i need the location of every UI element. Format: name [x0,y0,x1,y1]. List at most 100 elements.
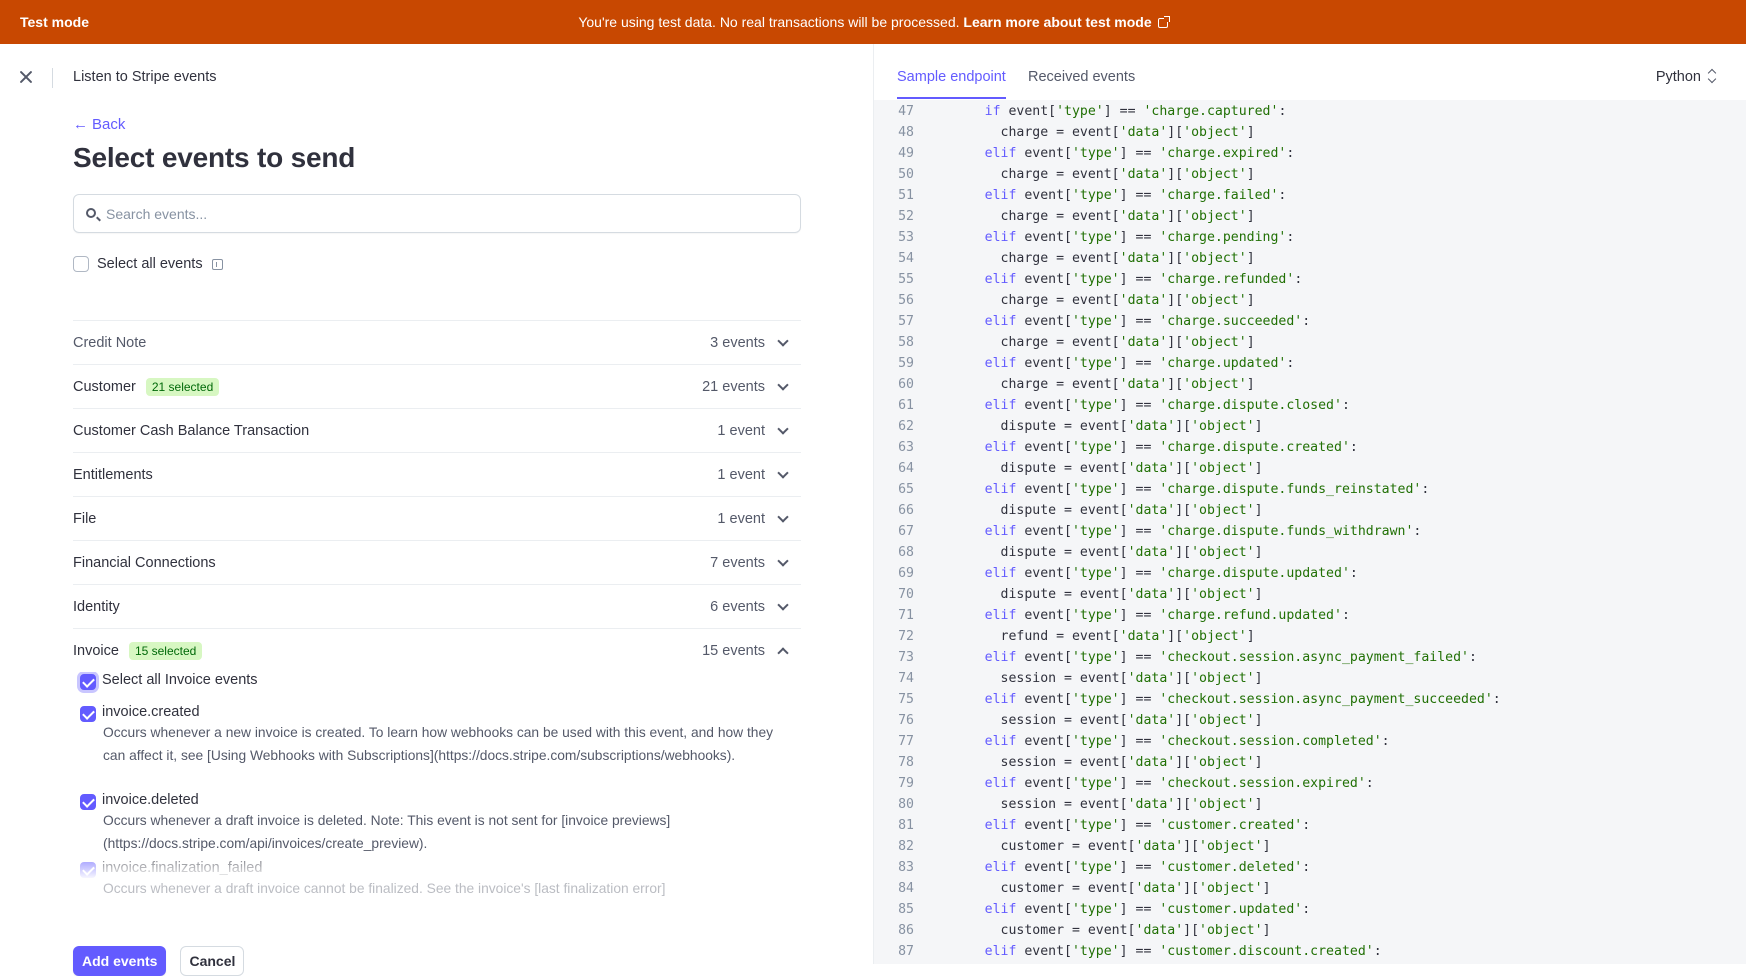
code-text: dispute = event['data']['object'] [937,503,1263,518]
chevron-down-icon [777,599,789,611]
line-number: 57 [898,314,914,329]
select-all-invoice-checkbox[interactable] [80,674,96,690]
code-line: 80 session = event['data']['object'] [874,794,1746,815]
line-number: 86 [898,923,914,938]
line-number: 50 [898,167,914,182]
group-financial-connections[interactable]: Financial Connections 7 events [73,540,801,584]
search-input[interactable] [106,195,786,232]
line-number: 71 [898,608,914,623]
code-line: 73 elif event['type'] == 'checkout.sessi… [874,647,1746,668]
line-number: 69 [898,566,914,581]
group-invoice[interactable]: Invoice 15 selected 15 events [73,628,801,672]
line-number: 75 [898,692,914,707]
code-text: refund = event['data']['object'] [937,629,1255,644]
line-number: 48 [898,125,914,140]
code-text: dispute = event['data']['object'] [937,587,1263,602]
line-number: 70 [898,587,914,602]
code-line: 86 customer = event['data']['object'] [874,920,1746,941]
select-all-events[interactable]: Select all events [73,256,223,272]
event-checkbox[interactable] [80,794,96,810]
cancel-button[interactable]: Cancel [180,946,245,976]
event-checkbox[interactable] [80,862,96,878]
group-customer-cash-balance-transaction[interactable]: Customer Cash Balance Transaction 1 even… [73,408,801,452]
chevron-down-icon [777,511,789,523]
event-description: Occurs whenever a draft invoice cannot b… [103,881,666,896]
code-line: 82 customer = event['data']['object'] [874,836,1746,857]
line-number: 81 [898,818,914,833]
group-identity[interactable]: Identity 6 events [73,584,801,628]
group-name: Customer [73,378,136,395]
code-text: charge = event['data']['object'] [937,251,1255,266]
select-all-invoice-events[interactable]: Select all Invoice events [80,672,258,690]
group-file[interactable]: File 1 event [73,496,801,540]
panel-title: Listen to Stripe events [73,69,217,85]
group-customer[interactable]: Customer 21 selected 21 events [73,364,801,408]
code-line: 77 elif event['type'] == 'checkout.sessi… [874,731,1746,752]
close-icon[interactable] [18,69,34,85]
event-invoice-deleted[interactable]: invoice.deleted [80,792,199,810]
code-text: customer = event['data']['object'] [937,881,1271,896]
event-name: invoice.finalization_failed [102,860,263,876]
code-line: 74 session = event['data']['object'] [874,668,1746,689]
event-checkbox[interactable] [80,706,96,722]
line-number: 73 [898,650,914,665]
back-link[interactable]: ← Back [73,116,125,133]
line-number: 79 [898,776,914,791]
add-events-button[interactable]: Add events [73,946,167,976]
code-text: elif event['type'] == 'charge.dispute.cr… [984,440,1358,455]
code-line: 79 elif event['type'] == 'checkout.sessi… [874,773,1746,794]
info-icon[interactable] [211,258,223,270]
event-description: Occurs whenever a new invoice is created… [103,725,774,763]
code-text: elif event['type'] == 'checkout.session.… [984,692,1501,707]
code-text: elif event['type'] == 'checkout.session.… [984,776,1374,791]
line-number: 54 [898,251,914,266]
code-line: 81 elif event['type'] == 'customer.creat… [874,815,1746,836]
code-text: charge = event['data']['object'] [937,293,1255,308]
code-text: session = event['data']['object'] [937,755,1263,770]
event-invoice-created[interactable]: invoice.created [80,704,200,722]
test-mode-banner: Test mode You're using test data. No rea… [0,0,1746,44]
code-text: charge = event['data']['object'] [937,167,1255,182]
line-number: 82 [898,839,914,854]
code-text: session = event['data']['object'] [937,797,1263,812]
code-line: 83 elif event['type'] == 'customer.delet… [874,857,1746,878]
code-line: 75 elif event['type'] == 'checkout.sessi… [874,689,1746,710]
code-text: elif event['type'] == 'charge.updated': [984,356,1295,371]
tab-received-events[interactable]: Received events [1028,69,1135,97]
selected-badge: 21 selected [145,377,220,396]
event-invoice-finalization-failed[interactable]: invoice.finalization_failed [80,860,262,878]
select-all-invoice-label: Select all Invoice events [102,672,258,688]
group-name: Invoice [73,642,119,659]
group-credit-note[interactable]: Credit Note 3 events [73,320,801,364]
line-number: 85 [898,902,914,917]
code-line: 59 elif event['type'] == 'charge.updated… [874,353,1746,374]
line-number: 83 [898,860,914,875]
tab-sample-endpoint[interactable]: Sample endpoint [897,69,1006,99]
code-text: elif event['type'] == 'charge.dispute.cl… [984,398,1350,413]
code-text: elif event['type'] == 'charge.dispute.up… [984,566,1358,581]
chevron-down-icon [777,335,789,347]
code-line: 68 dispute = event['data']['object'] [874,542,1746,563]
group-count: 1 event [717,510,765,527]
code-text: dispute = event['data']['object'] [937,419,1263,434]
code-text: elif event['type'] == 'charge.succeeded'… [984,314,1311,329]
group-name: Customer Cash Balance Transaction [73,422,310,439]
code-line: 67 elif event['type'] == 'charge.dispute… [874,521,1746,542]
code-line: 64 dispute = event['data']['object'] [874,458,1746,479]
line-number: 68 [898,545,914,560]
code-text: elif event['type'] == 'customer.updated'… [984,902,1311,917]
line-number: 65 [898,482,914,497]
code-text: elif event['type'] == 'checkout.session.… [984,734,1390,749]
group-entitlements[interactable]: Entitlements 1 event [73,452,801,496]
group-name: File [73,510,97,527]
select-all-checkbox[interactable] [73,256,89,272]
language-selector[interactable]: Python [1656,69,1716,85]
line-number: 51 [898,188,914,203]
code-text: elif event['type'] == 'customer.discount… [984,944,1382,959]
event-groups-list: Credit Note 3 events Customer 21 selecte… [73,320,801,672]
event-name: invoice.created [102,704,200,720]
code-text: elif event['type'] == 'customer.deleted'… [984,860,1311,875]
learn-more-test-mode-link[interactable]: Learn more about test mode [963,14,1151,30]
code-line: 56 charge = event['data']['object'] [874,290,1746,311]
group-name: Identity [73,598,120,615]
